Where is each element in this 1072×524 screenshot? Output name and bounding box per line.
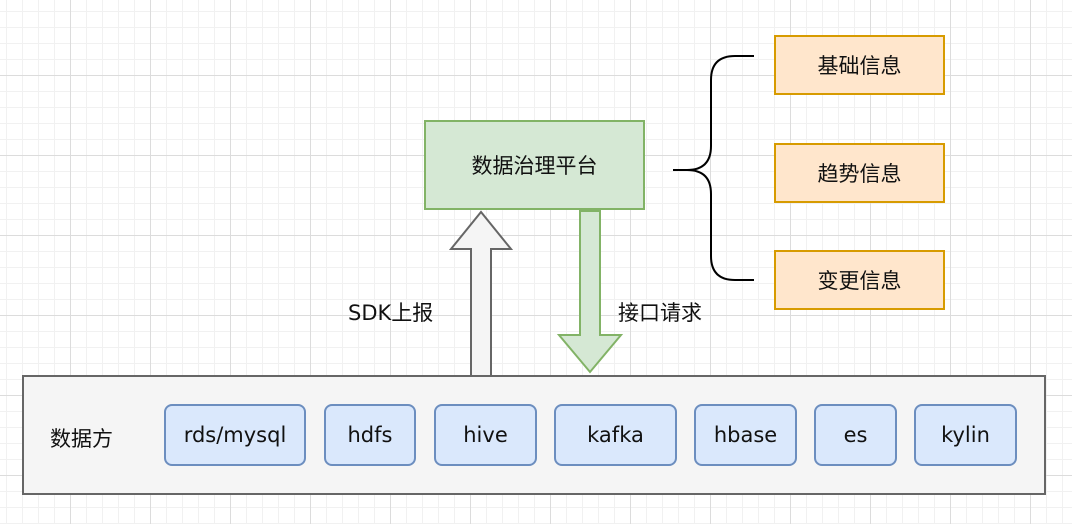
sdk-report-label: SDK上报 [348, 301, 434, 325]
connectors [448, 55, 754, 377]
up-arrow [448, 210, 514, 377]
api-request-label: 接口请求 [618, 301, 702, 325]
down-arrow [556, 210, 624, 374]
curly-brace [673, 55, 754, 281]
